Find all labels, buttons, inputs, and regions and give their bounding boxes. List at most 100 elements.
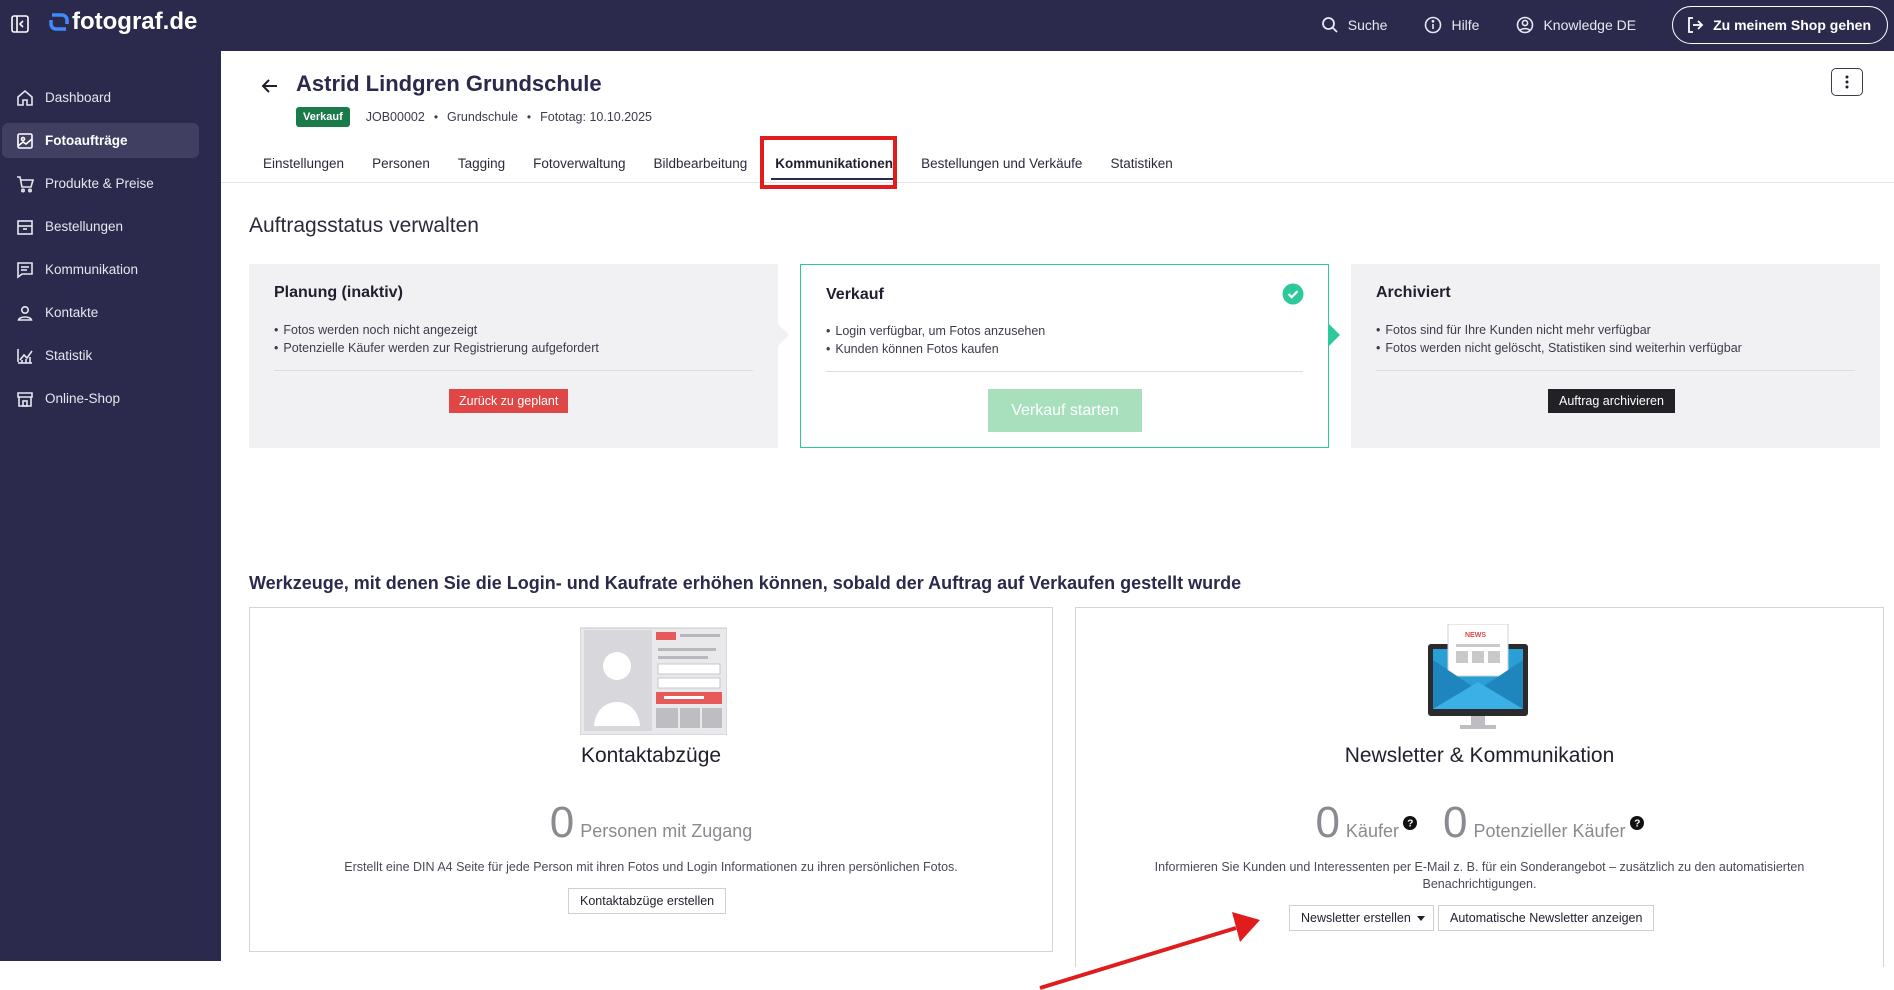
tab-einstellungen[interactable]: Einstellungen xyxy=(249,147,358,180)
page-title: Astrid Lindgren Grundschule xyxy=(296,71,602,96)
contact-sheets-card: Kontaktabzüge 0 Personen mit Zugang Erst… xyxy=(249,607,1053,952)
persons-label: Personen mit Zugang xyxy=(580,821,753,841)
archive-order-button[interactable]: Auftrag archivieren xyxy=(1548,389,1675,413)
sidebar-toggle-icon[interactable] xyxy=(10,14,30,34)
create-contact-sheets-button[interactable]: Kontaktabzüge erstellen xyxy=(568,888,727,914)
buyers-label: Käufer xyxy=(1345,821,1399,841)
tab-kommunikationen[interactable]: Kommunikationen xyxy=(761,147,907,180)
photo-day: Fototag: 10.10.2025 xyxy=(540,110,653,124)
divider xyxy=(1376,370,1855,371)
newsletter-card: NEWS Newsletter & Kommunikation 0 Käufer… xyxy=(1075,607,1884,967)
box-icon xyxy=(17,219,33,235)
potential-buyers-label: Potenzieller Käufer xyxy=(1473,821,1626,841)
sidebar-item-label: Kommunikation xyxy=(45,262,139,277)
sidebar-item-label: Statistik xyxy=(45,348,93,363)
search-label: Suche xyxy=(1347,17,1388,33)
status-card-bullets: Fotos sind für Ihre Kunden nicht mehr ve… xyxy=(1376,321,1742,357)
help-label: Hilfe xyxy=(1451,17,1480,33)
tabs-divider xyxy=(221,182,1894,183)
status-card-sale: Verkauf Login verfügbar, um Fotos anzuse… xyxy=(800,264,1329,448)
show-auto-newsletters-button[interactable]: Automatische Newsletter anzeigen xyxy=(1438,905,1655,931)
more-options-button[interactable] xyxy=(1831,68,1863,96)
contact-sheets-stats: 0 Personen mit Zugang xyxy=(250,798,1052,848)
status-badge: Verkauf xyxy=(296,107,350,127)
message-icon xyxy=(17,261,33,279)
chart-icon xyxy=(17,348,33,364)
bullet-item: Fotos werden nicht gelöscht, Statistiken… xyxy=(1376,339,1741,357)
back-arrow-icon[interactable] xyxy=(259,75,281,97)
buyers-count: 0 xyxy=(1315,798,1340,847)
tab-statistiken[interactable]: Statistiken xyxy=(1096,147,1186,180)
sidebar-item-label: Bestellungen xyxy=(45,219,124,234)
person-icon xyxy=(17,305,33,321)
status-card-bullets: Fotos werden noch nicht angezeigt Potenz… xyxy=(274,321,598,357)
separator-dot: • xyxy=(433,110,439,124)
sidebar-item-produkte-preise[interactable]: Produkte & Preise xyxy=(2,166,199,201)
sidebar-item-dashboard[interactable]: Dashboard xyxy=(2,80,199,115)
sidebar-item-label: Fotoaufträge xyxy=(45,133,128,148)
potential-buyers-count: 0 xyxy=(1442,798,1468,847)
job-meta: Verkauf JOB00002 • Grundschule • Fototag… xyxy=(296,107,652,127)
status-card-title: Planung (inaktiv) xyxy=(274,284,403,301)
divider xyxy=(274,370,753,371)
contact-sheets-description: Erstellt eine DIN A4 Seite für jede Pers… xyxy=(344,860,958,874)
main-content: Astrid Lindgren Grundschule Verkauf JOB0… xyxy=(221,51,1894,967)
step-arrow xyxy=(1329,324,1340,346)
bullet-item: Kunden können Fotos kaufen xyxy=(826,340,1045,358)
newsletter-description: Informieren Sie Kunden und Interessenten… xyxy=(1154,860,1805,891)
kebab-icon xyxy=(1845,75,1849,89)
logo-icon xyxy=(49,13,69,31)
start-sale-button[interactable]: Verkauf starten xyxy=(988,389,1142,432)
account-button[interactable]: Knowledge DE xyxy=(1515,15,1636,35)
bullet-item: Fotos sind für Ihre Kunden nicht mehr ve… xyxy=(1376,321,1742,339)
status-section-title: Auftragsstatus verwalten xyxy=(249,214,479,237)
status-card-bullets: Login verfügbar, um Fotos anzusehen Kund… xyxy=(826,322,1045,358)
sidebar-item-fotoauftraege[interactable]: Fotoaufträge xyxy=(2,123,199,158)
tab-personen[interactable]: Personen xyxy=(358,147,444,180)
home-icon xyxy=(17,89,33,106)
back-to-planned-button[interactable]: Zurück zu geplant xyxy=(449,389,569,413)
bullet-item: Potenzielle Käufer werden zur Registrier… xyxy=(274,339,598,357)
help-question-icon[interactable]: ? xyxy=(1629,816,1644,830)
store-icon xyxy=(17,391,33,407)
info-icon xyxy=(1425,16,1442,34)
check-circle-icon xyxy=(1282,283,1304,305)
separator-dot: • xyxy=(526,110,532,124)
sidebar-item-label: Produkte & Preise xyxy=(45,176,154,191)
help-button[interactable]: Hilfe xyxy=(1423,15,1479,35)
svg-text:?: ? xyxy=(1634,819,1640,830)
go-to-shop-button[interactable]: Zu meinem Shop gehen xyxy=(1672,6,1888,44)
sidebar-item-statistik[interactable]: Statistik xyxy=(2,338,199,373)
newsletter-illustration: NEWS xyxy=(1428,624,1528,729)
tab-fotoverwaltung[interactable]: Fotoverwaltung xyxy=(519,147,639,180)
tab-bildbearbeitung[interactable]: Bildbearbeitung xyxy=(639,147,761,180)
user-circle-icon xyxy=(1517,16,1534,34)
news-text: NEWS xyxy=(1465,632,1486,639)
logo[interactable]: fotograf.de xyxy=(48,8,197,36)
status-card-title: Archiviert xyxy=(1376,284,1451,301)
sidebar-item-online-shop[interactable]: Online-Shop xyxy=(2,381,199,416)
sidebar: Dashboard Fotoaufträge Produkte & Preise… xyxy=(0,51,221,961)
status-card-archived: Archiviert Fotos sind für Ihre Kunden ni… xyxy=(1351,264,1880,448)
contact-sheets-title: Kontaktabzüge xyxy=(580,744,722,767)
newsletter-stats: 0 Käufer ? 0 Potenzieller Käufer ? xyxy=(1076,798,1883,848)
step-arrow xyxy=(778,324,789,346)
tools-section-title: Werkzeuge, mit denen Sie die Login- und … xyxy=(249,573,1242,593)
sidebar-item-kommunikation[interactable]: Kommunikation xyxy=(2,252,199,287)
sidebar-item-bestellungen[interactable]: Bestellungen xyxy=(2,209,199,244)
top-bar: fotograf.de Suche Hilfe Knowledge DE Zu … xyxy=(0,0,1894,51)
search-button[interactable]: Suche xyxy=(1320,15,1388,35)
tab-tagging[interactable]: Tagging xyxy=(444,147,519,180)
image-icon xyxy=(17,132,33,149)
create-newsletter-dropdown[interactable]: Newsletter erstellen xyxy=(1289,905,1434,931)
sidebar-item-kontakte[interactable]: Kontakte xyxy=(2,295,199,330)
sidebar-item-label: Dashboard xyxy=(45,90,112,105)
status-card-title: Verkauf xyxy=(826,286,884,303)
tab-bestellungen-verkaeufe[interactable]: Bestellungen und Verkäufe xyxy=(907,147,1096,180)
job-type: Grundschule xyxy=(447,110,518,124)
tab-bar: Einstellungen Personen Tagging Fotoverwa… xyxy=(249,147,1187,180)
help-question-icon[interactable]: ? xyxy=(1402,816,1417,830)
newsletter-title: Newsletter & Kommunikation xyxy=(1344,744,1615,767)
cart-icon xyxy=(17,175,35,193)
job-id: JOB00002 xyxy=(365,110,425,124)
